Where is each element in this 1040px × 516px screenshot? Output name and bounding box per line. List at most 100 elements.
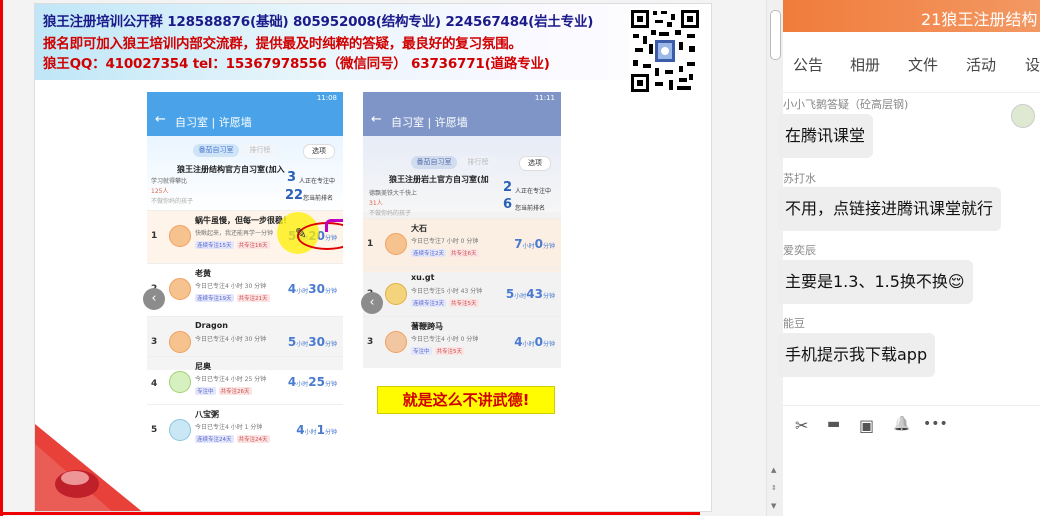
tab-study-room: 番茄自习室 <box>193 144 239 157</box>
chat-title: 21狼王注册结构 <box>921 10 1038 29</box>
image-icon[interactable]: ▣ <box>859 416 874 435</box>
tab-album[interactable]: 相册 <box>850 54 880 75</box>
banner-line-2: 报名即可加入狼王培训内部交流群，提供最及时纯粹的答疑，最良好的复习氛围。 <box>43 36 522 52</box>
row-tags: 连续专注15天 共专注16天 <box>195 241 273 249</box>
row-name: 蓍鞭跨马 <box>411 322 443 331</box>
tag-total: 共专注5天 <box>449 299 479 307</box>
status-time: 11:08 <box>316 94 337 102</box>
message-bubble: 主要是1.3、1.5换不换😌 <box>777 260 973 304</box>
tag-total: 共专注26天 <box>218 387 252 395</box>
row-name: 老黄 <box>195 269 211 278</box>
scissors-icon[interactable]: ✂ <box>795 416 808 435</box>
row-name: 大石 <box>411 224 427 233</box>
row-rank: 4 <box>151 379 158 389</box>
tab-ranking: 排行榜 <box>241 144 279 157</box>
focusing-label: 人正在专注中 <box>515 188 552 195</box>
phone-header: ← 自习室 | 许愿墙 <box>147 106 343 136</box>
status-bar: 11:11 <box>363 92 561 106</box>
avatar <box>169 419 191 441</box>
left-red-border <box>0 0 3 516</box>
row-time: 4小时0分钟 <box>514 335 555 349</box>
row-name: 尼奥 <box>195 362 211 371</box>
row-tags: 连续专注3天 共专注5天 <box>411 299 482 307</box>
tab-announcement[interactable]: 公告 <box>793 54 823 75</box>
tab-files[interactable]: 文件 <box>908 54 938 75</box>
slide-banner: 狼王注册培训公开群 128588876(基础) 805952008(结构专业) … <box>35 4 711 80</box>
row-time: 5小时43分钟 <box>505 287 555 301</box>
row-sub: 今日已专注5 小时 43 分钟 <box>411 288 483 295</box>
rank-label: 您当前排名 <box>303 195 334 202</box>
avatar <box>385 331 407 353</box>
purple-mark <box>325 219 343 232</box>
row-rank: 5 <box>151 425 158 435</box>
more-icon[interactable]: ••• <box>923 416 948 432</box>
phone-header: ← 自习室 | 许愿墙 <box>363 106 561 136</box>
tag-total: 共专注6天 <box>449 249 479 257</box>
tab-activity[interactable]: 活动 <box>966 54 996 75</box>
options-button: 选项 <box>519 156 551 171</box>
message-sender: 小小飞鹅答疑（砼高层钢) <box>783 98 909 111</box>
row-rank: 1 <box>151 231 158 241</box>
row-name: xu.gt <box>411 273 435 282</box>
banner-line-3: 狼王QQ：410027354 tel：15367978556（微信同号） 637… <box>43 56 550 72</box>
tab-settings[interactable]: 设 <box>1025 54 1040 75</box>
list-item: 1 大石 今日已专注7 小时 0 分钟 连续专注2天 共专注6天 7小时0分钟 <box>363 218 561 272</box>
chat-tabs: 公告 相册 文件 活动 设 <box>783 32 1040 93</box>
chat-toolbar: ✂ ▬ ▣ 🔔 ••• <box>783 405 1040 450</box>
row-time: 4小时1分钟 <box>296 423 337 437</box>
motto-text: 德飘美铁大千快上 <box>369 190 418 197</box>
row-rank: 3 <box>151 337 158 347</box>
focusing-count: 2 <box>503 180 513 195</box>
slide: 狼王注册培训公开群 128588876(基础) 805952008(结构专业) … <box>34 3 712 512</box>
tag-streak: 专注中 <box>195 387 216 395</box>
scroll-split-icon: ⇕ <box>771 484 777 492</box>
message-bubble: 不用，点链接进腾讯课堂就行 <box>777 187 1002 231</box>
tag-total: 共专注5天 <box>434 347 465 355</box>
tab-ranking: 排行榜 <box>459 156 497 169</box>
motto-sub: 不做你妈的孩子 <box>369 210 412 217</box>
row-rank: 1 <box>367 239 374 249</box>
prev-slide-button[interactable]: ‹ <box>143 288 165 310</box>
row-rank: 3 <box>367 337 374 347</box>
row-time: 5小时30分钟 <box>287 335 337 349</box>
message-bubble: 在腾讯课堂 <box>777 114 874 158</box>
message-bubble: 手机提示我下载app <box>777 333 936 377</box>
row-time: 4小时25分钟 <box>287 375 337 389</box>
phone-screenshot-geotech: 11:11 ← 自习室 | 许愿墙 番茄自习室 排行榜 选项 狼王注册岩土官方自… <box>363 92 561 368</box>
row-sub: 今日已专注4 小时 30 分钟 <box>195 283 267 290</box>
tag-streak: 专注中 <box>411 347 432 355</box>
row-sub: 今日已专注4 小时 30 分钟 <box>195 336 267 343</box>
phone-title: 自习室 | 许愿墙 <box>175 116 252 129</box>
rank-label: 您当前排名 <box>515 205 546 212</box>
focusing-label: 人正在专注中 <box>299 178 336 185</box>
scrollbar-thumb[interactable] <box>770 10 781 60</box>
vertical-scrollbar[interactable]: ▲ ⇕ ▼ <box>766 0 783 516</box>
row-time: 4小时30分钟 <box>287 282 337 296</box>
tag-streak: 连续专注2天 <box>411 249 446 257</box>
pen-cursor-icon: ✎ <box>295 226 307 242</box>
chat-header: 21狼王注册结构 <box>783 0 1040 32</box>
row-name: 八宝粥 <box>195 410 219 419</box>
list-item: 2 xu.gt 今日已专注5 小时 43 分钟 连续专注3天共专注5天 5小时4… <box>363 268 561 322</box>
avatar <box>169 225 191 247</box>
avatar <box>169 278 191 300</box>
tag-streak: 连续专注3天 <box>411 299 446 307</box>
bottom-red-border <box>0 512 700 515</box>
corner-decoration <box>35 424 142 511</box>
scroll-up-arrow-icon[interactable]: ▲ <box>771 466 776 474</box>
phone-title: 自习室 | 许愿墙 <box>391 116 468 129</box>
member-count: 125人 <box>151 188 169 195</box>
avatar[interactable] <box>1011 104 1035 128</box>
phone-screenshot-structure: 11:08 ← 自习室 | 许愿墙 番茄自习室 排行榜 选项 狼王注册结构官方自… <box>147 92 343 448</box>
prev-image-button[interactable]: ‹ <box>361 292 383 314</box>
room-title: 狼王注册岩土官方自习室(加 <box>389 175 489 184</box>
row-sub: 快瞅起来，我还能再学一分钟 <box>195 230 274 237</box>
banner-line-1: 狼王注册培训公开群 128588876(基础) 805952008(结构专业) … <box>43 14 594 30</box>
scroll-down-arrow-icon[interactable]: ▼ <box>771 502 776 510</box>
folder-icon[interactable]: ▬ <box>827 416 840 432</box>
row-sub: 今日已专注4 小时 0 分钟 <box>411 336 479 343</box>
tag-total: 共专注21天 <box>236 294 270 302</box>
tab-study-room: 番茄自习室 <box>411 156 457 169</box>
bell-icon[interactable]: 🔔 <box>893 416 910 432</box>
focusing-count: 3 <box>287 170 297 185</box>
